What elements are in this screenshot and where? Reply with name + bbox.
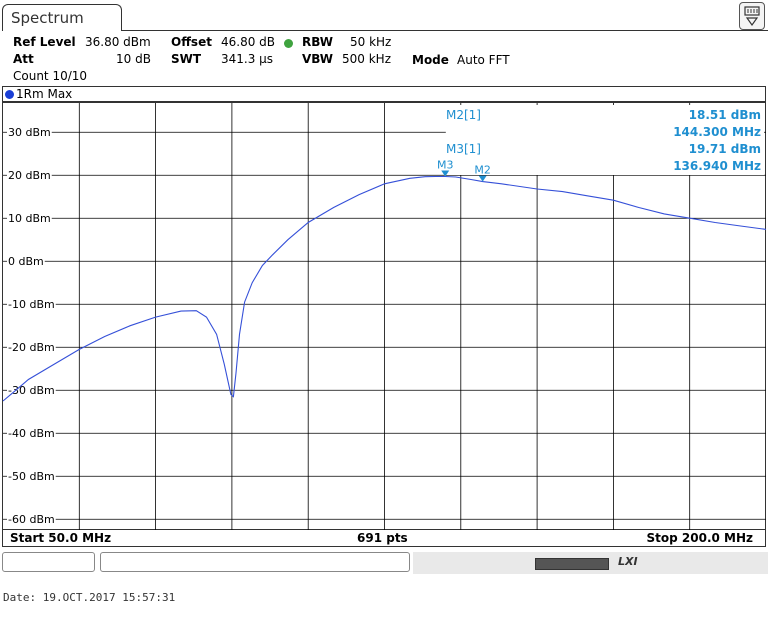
y-tick-label: -40 dBm [8,427,55,440]
marker-readout-value: 18.51 dBm [689,108,761,122]
status-bar: LXI [0,551,768,575]
spectrum-tab[interactable]: Spectrum [2,4,122,31]
y-tick-label: -10 dBm [8,298,55,311]
y-tick-label: -20 dBm [8,341,55,354]
spectrum-plot[interactable]: 30 dBm20 dBm10 dBm0 dBm-10 dBm-20 dBm-30… [0,102,768,532]
trace-label: 1Rm Max [16,87,73,101]
marker-m3-label[interactable]: M3 [437,158,454,171]
offset-indicator-icon [284,39,293,48]
y-tick-labels: 30 dBm20 dBm10 dBm0 dBm-10 dBm-20 dBm-30… [7,126,56,527]
y-tick-label: 0 dBm [8,255,44,268]
start-frequency[interactable]: Start 50.0 MHz [10,530,111,546]
rbw-value[interactable]: 50 kHz [350,35,391,49]
swt-value[interactable]: 341.3 µs [221,52,273,66]
y-tick-label: 10 dBm [8,212,51,225]
date-stamp: Date: 19.OCT.2017 15:57:31 [3,591,176,604]
trace-dot-icon [5,90,14,99]
frequency-footer: Start 50.0 MHz 691 pts Stop 200.0 MHz [2,530,766,547]
mode-value[interactable]: Auto FFT [457,53,510,67]
offset-value[interactable]: 46.80 dB [221,35,275,49]
marker-readout-name: M2[1] [446,108,481,122]
marker-readout-name: M3[1] [446,142,481,156]
status-field-2[interactable] [100,552,410,572]
trace-header: 1Rm Max [2,86,766,102]
display-icon[interactable] [739,2,765,30]
rbw-label: RBW [302,35,333,49]
vbw-value[interactable]: 500 kHz [342,52,391,66]
y-tick-label: -60 dBm [8,513,55,526]
att-value[interactable]: 10 dB [116,52,151,66]
measurement-settings: Ref Level 36.80 dBm Offset 46.80 dB RBW … [0,32,768,84]
status-field-1[interactable] [2,552,95,572]
y-tick-label: 30 dBm [8,126,51,139]
stop-frequency[interactable]: Stop 200.0 MHz [647,530,754,546]
marker-m2-label[interactable]: M2 [474,164,491,177]
y-tick-label: -50 dBm [8,470,55,483]
sweep-points[interactable]: 691 pts [357,530,408,546]
ref-level-label: Ref Level [13,35,76,49]
marker-readout-value: 144.300 MHz [673,125,761,139]
y-tick-label: 20 dBm [8,169,51,182]
tab-divider [122,30,768,31]
marker-readout-value: 19.71 dBm [689,142,761,156]
vbw-label: VBW [302,52,334,66]
att-label: Att [13,52,34,66]
marker-readouts: M2[1] 18.51 dBm 144.300 MHz M3[1] 19.71 dBm 1… [445,105,764,175]
sweep-count: Count 10/10 [13,69,88,83]
marker-readout-value: 136.940 MHz [673,159,761,173]
mode-label: Mode [412,53,449,67]
offset-label: Offset [171,35,212,49]
lxi-icon: LXI [618,555,638,568]
swt-label: SWT [171,52,202,66]
progress-bar [535,558,609,570]
ref-level-value[interactable]: 36.80 dBm [85,35,151,49]
